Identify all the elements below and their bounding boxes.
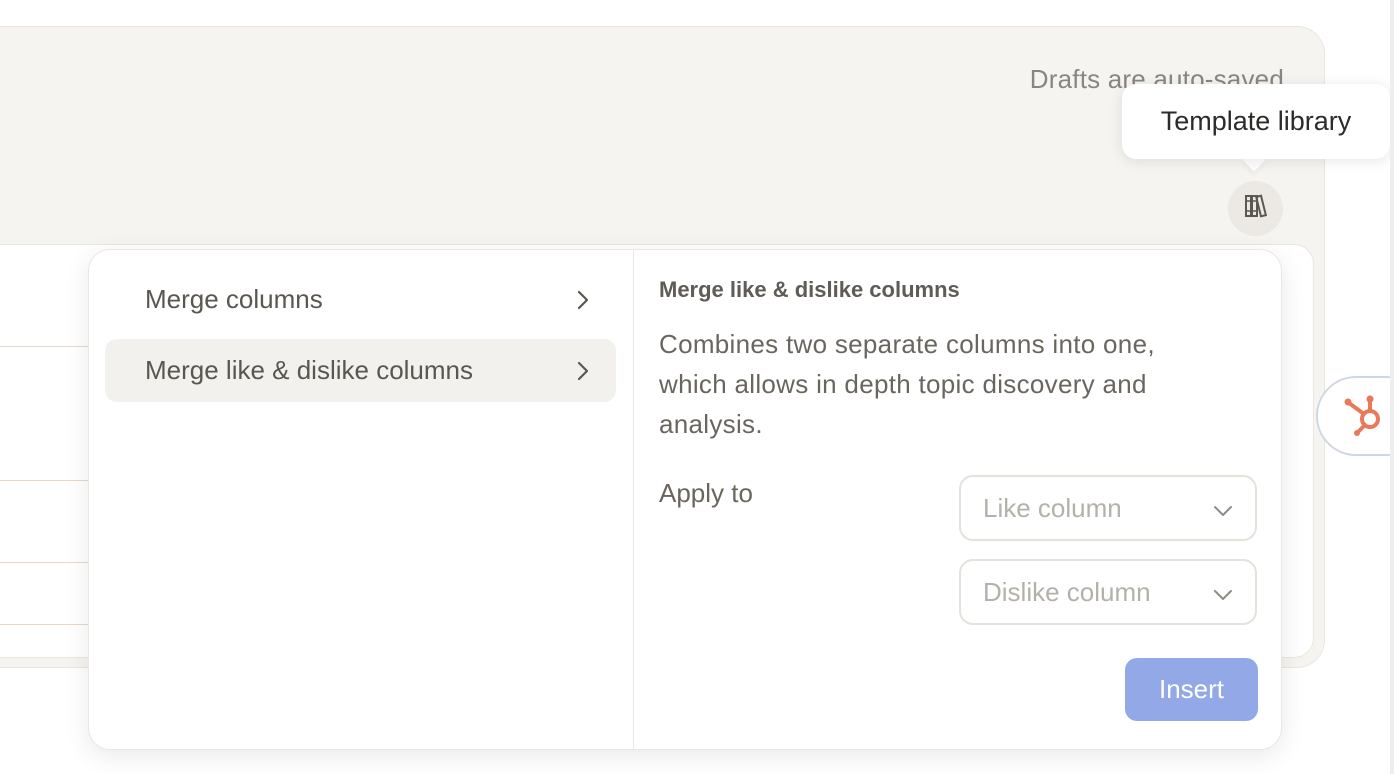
chevron-down-icon	[1213, 577, 1233, 608]
template-detail-title: Merge like & dislike columns	[659, 277, 960, 302]
table-row-divider	[0, 624, 88, 625]
template-library-tooltip: Template library	[1122, 84, 1390, 159]
books-icon	[1243, 193, 1269, 224]
insert-button[interactable]: Insert	[1125, 658, 1258, 721]
menu-item-merge-like-dislike-columns[interactable]: Merge like & dislike columns	[105, 339, 616, 402]
select-placeholder: Like column	[983, 492, 1122, 523]
select-placeholder: Dislike column	[983, 576, 1151, 607]
menu-item-merge-columns[interactable]: Merge columns	[105, 268, 616, 331]
table-row-divider	[0, 346, 88, 347]
hubspot-chat-button[interactable]	[1316, 376, 1394, 456]
app-page: Drafts are auto-saved Template library M…	[0, 0, 1394, 774]
page-scrollbar[interactable]	[1390, 0, 1394, 774]
template-library-button[interactable]	[1228, 181, 1283, 236]
menu-item-label: Merge columns	[145, 284, 323, 314]
dislike-column-select[interactable]: Dislike column	[959, 559, 1257, 625]
chevron-right-icon	[572, 360, 594, 382]
popover-divider	[633, 250, 634, 749]
chevron-down-icon	[1213, 493, 1233, 524]
apply-to-label: Apply to	[659, 478, 753, 508]
menu-item-label: Merge like & dislike columns	[145, 355, 474, 385]
template-popover: Merge columns Merge like & dislike colum…	[88, 249, 1282, 750]
chevron-right-icon	[572, 289, 594, 311]
table-row-divider	[0, 562, 88, 563]
table-row-divider	[0, 480, 88, 481]
like-column-select[interactable]: Like column	[959, 475, 1257, 541]
template-detail-description: Combines two separate columns into one, …	[659, 329, 1155, 439]
